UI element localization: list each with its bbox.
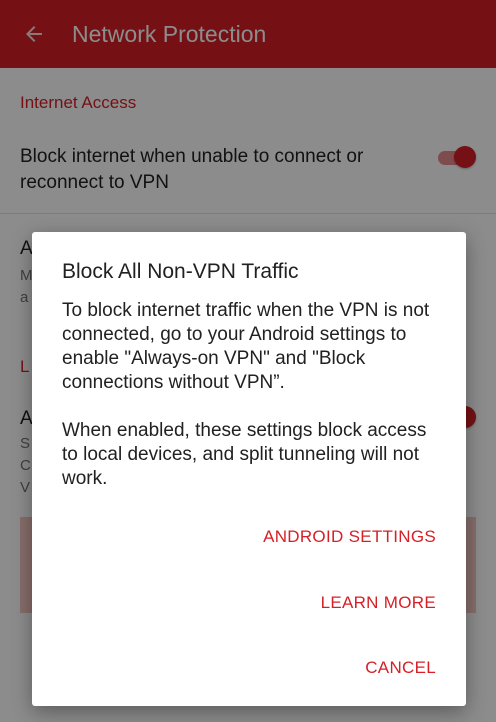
dialog-title: Block All Non-VPN Traffic xyxy=(62,260,299,283)
dialog-paragraph-2: When enabled, these settings block acces… xyxy=(62,420,427,489)
screen: Network Protection Internet Access Block… xyxy=(0,0,496,722)
dialog-message: To block internet traffic when the VPN i… xyxy=(62,299,446,515)
dialog-paragraph-1: To block internet traffic when the VPN i… xyxy=(62,300,430,393)
learn-more-button[interactable]: LEARN MORE xyxy=(321,592,436,614)
android-settings-button[interactable]: ANDROID SETTINGS xyxy=(263,526,436,548)
block-non-vpn-dialog: Block All Non-VPN Traffic To block inter… xyxy=(32,232,466,706)
cancel-button[interactable]: CANCEL xyxy=(365,657,436,679)
